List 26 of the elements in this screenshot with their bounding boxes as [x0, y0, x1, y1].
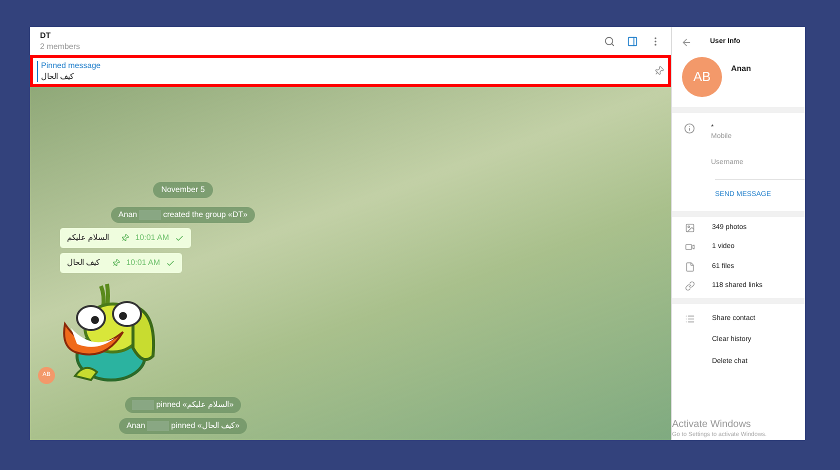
sidebar-toggle-icon[interactable] [627, 36, 638, 46]
info-icon [684, 123, 695, 134]
service-text: pinned «السلام عليكم» [156, 399, 234, 411]
search-icon[interactable] [604, 36, 615, 46]
message-text: السلام عليكم [67, 232, 110, 244]
user-name: Anan [731, 63, 751, 75]
pinned-text: كيف الحال [41, 70, 74, 82]
back-icon[interactable] [681, 36, 692, 48]
chat-title: DT [40, 30, 52, 40]
sender-name: Anan [118, 209, 138, 221]
activation-title: Activate Windows [672, 419, 752, 431]
pinned-label: Pinned message [41, 60, 102, 70]
link-icon [685, 281, 695, 292]
sender-name: Anan [126, 420, 146, 432]
image-icon [685, 222, 695, 233]
avatar: AB [682, 57, 722, 97]
file-icon [685, 262, 695, 272]
video-icon [685, 242, 695, 252]
member-count: 2 members [40, 40, 82, 52]
message-time: 10:01 AM [126, 257, 160, 269]
message-time: 10:01 AM [135, 232, 170, 244]
list-icon [685, 314, 695, 324]
service-text: pinned «كيف الحال» [171, 420, 240, 432]
date-label: November 5 [153, 182, 213, 198]
message-text: كيف الحال [67, 257, 100, 269]
service-text: created the group «DT» [163, 209, 248, 221]
